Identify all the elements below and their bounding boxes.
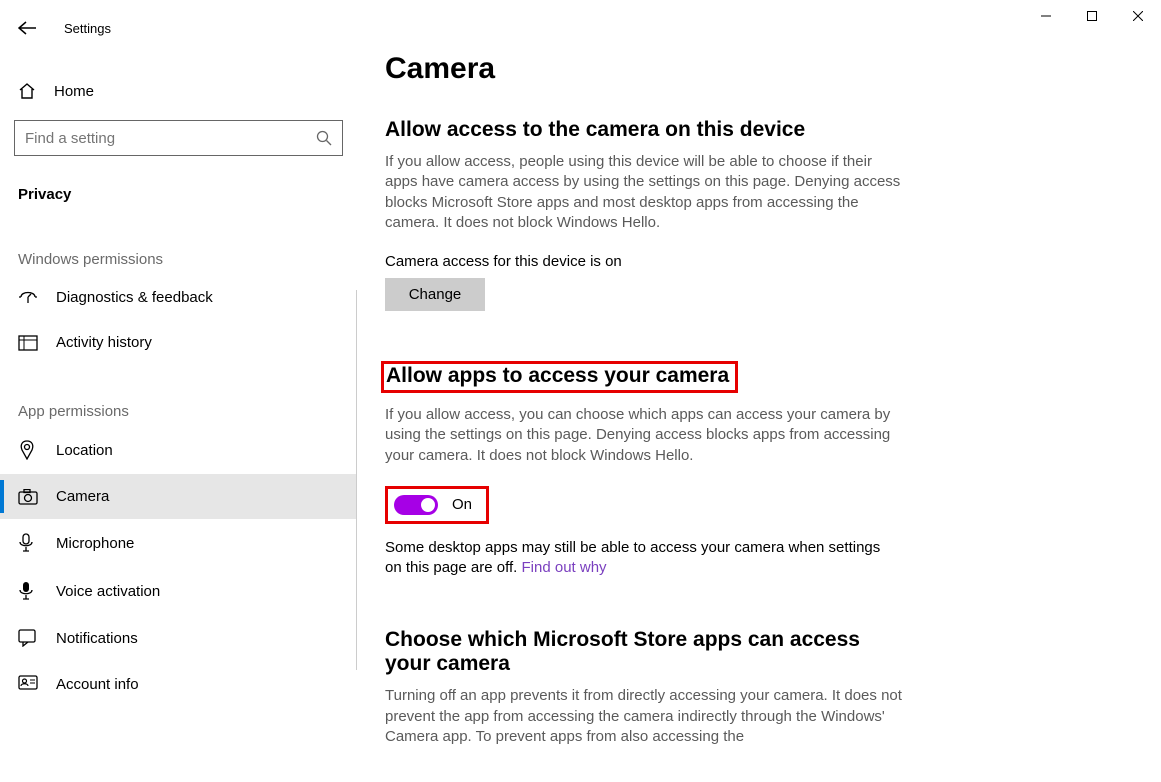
sidebar-group-app: App permissions (0, 365, 357, 426)
minimize-button[interactable] (1023, 0, 1069, 32)
home-label: Home (54, 83, 94, 100)
sidebar-item-diagnostics[interactable]: Diagnostics & feedback (0, 274, 357, 320)
home-icon (18, 82, 38, 100)
window-title: Settings (64, 21, 111, 36)
sidebar-group-windows: Windows permissions (0, 213, 357, 274)
sidebar-item-camera[interactable]: Camera (0, 474, 357, 519)
search-icon (316, 130, 332, 146)
search-input[interactable] (25, 130, 285, 147)
sidebar-item-account[interactable]: Account info (0, 661, 357, 707)
section1-desc: If you allow access, people using this d… (385, 152, 905, 233)
sidebar-item-label: Voice activation (56, 583, 160, 600)
search-input-container[interactable] (14, 120, 343, 156)
voice-icon (18, 581, 38, 601)
history-icon (18, 335, 38, 351)
sidebar-item-microphone[interactable]: Microphone (0, 519, 357, 567)
camera-icon (18, 489, 38, 505)
notifications-icon (18, 629, 38, 647)
sidebar-item-label: Activity history (56, 334, 152, 351)
toggle-state-label: On (452, 496, 472, 513)
sidebar-section-current: Privacy (0, 156, 357, 213)
close-button[interactable] (1115, 0, 1161, 32)
maximize-button[interactable] (1069, 0, 1115, 32)
sidebar-item-activity[interactable]: Activity history (0, 320, 357, 365)
sidebar-item-label: Diagnostics & feedback (56, 289, 213, 306)
page-title: Camera (385, 52, 1161, 86)
back-icon[interactable] (18, 21, 36, 35)
apps-access-toggle[interactable] (394, 495, 438, 515)
sidebar-item-location[interactable]: Location (0, 426, 357, 474)
sidebar-item-label: Microphone (56, 535, 134, 552)
diagnostics-icon (18, 288, 38, 306)
account-icon (18, 675, 38, 693)
microphone-icon (18, 533, 38, 553)
find-out-why-link[interactable]: Find out why (522, 559, 607, 576)
note-text: Some desktop apps may still be able to a… (385, 539, 880, 576)
highlight-toggle: On (385, 486, 489, 524)
highlight-section2-heading: Allow apps to access your camera (381, 361, 738, 393)
section2-heading: Allow apps to access your camera (386, 364, 729, 388)
sidebar-item-label: Account info (56, 676, 139, 693)
change-button[interactable]: Change (385, 278, 485, 311)
sidebar-item-label: Location (56, 442, 113, 459)
sidebar-item-voice[interactable]: Voice activation (0, 567, 357, 615)
sidebar-item-label: Camera (56, 488, 109, 505)
section3-desc: Turning off an app prevents it from dire… (385, 686, 905, 747)
camera-access-status: Camera access for this device is on (385, 253, 1161, 270)
section2-desc: If you allow access, you can choose whic… (385, 405, 905, 466)
sidebar: Settings Home Privacy Windows permission… (0, 0, 357, 782)
location-icon (18, 440, 38, 460)
main-content: Camera Allow access to the camera on thi… (357, 0, 1161, 782)
section1-heading: Allow access to the camera on this devic… (385, 118, 1161, 142)
section3-heading: Choose which Microsoft Store apps can ac… (385, 628, 885, 676)
sidebar-item-label: Notifications (56, 630, 138, 647)
desktop-apps-note: Some desktop apps may still be able to a… (385, 538, 885, 579)
sidebar-home[interactable]: Home (0, 68, 357, 114)
sidebar-item-notifications[interactable]: Notifications (0, 615, 357, 661)
